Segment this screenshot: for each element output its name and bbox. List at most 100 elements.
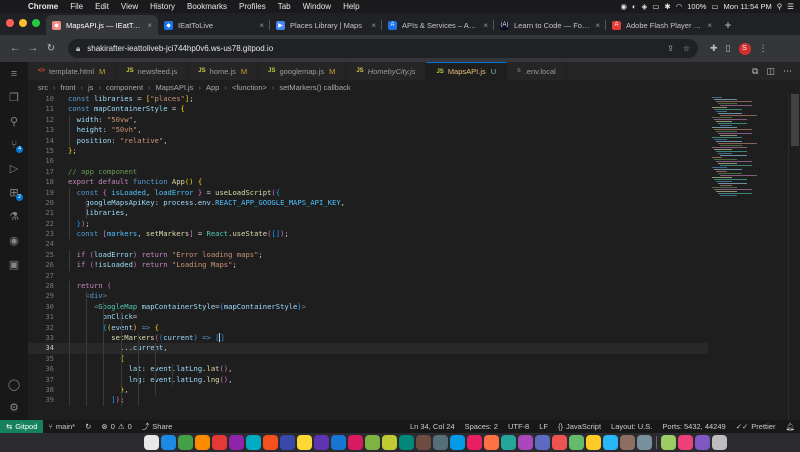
dock-app-icon[interactable] [314, 435, 329, 450]
dock-app-icon[interactable] [365, 435, 380, 450]
dock-app-icon[interactable] [178, 435, 193, 450]
problems-indicator[interactable]: ⊗ 0 ⚠ 0 [96, 422, 136, 431]
wifi-icon[interactable]: ◠ [676, 2, 683, 11]
profile-avatar[interactable]: S [738, 42, 751, 55]
dock-app-icon[interactable] [416, 435, 431, 450]
tab-close-icon[interactable]: × [707, 21, 712, 30]
dock-app-icon[interactable] [484, 435, 499, 450]
menu-item-0[interactable]: File [64, 2, 89, 11]
dock-app-icon[interactable] [433, 435, 448, 450]
dock-app-icon[interactable] [263, 435, 278, 450]
code-line[interactable]: 25 if (loadError) return "Error loading … [28, 249, 708, 261]
browser-tab[interactable]: A Adobe Flash Player End × [606, 15, 718, 35]
editor-tab[interactable]: JS googlemap.js M [258, 62, 347, 80]
code-editor[interactable]: 10 const libraries = ["places"]; 11 const m… [28, 94, 708, 420]
explorer-files-icon[interactable]: ❐ [0, 91, 28, 104]
code-line[interactable]: 35 { [28, 353, 708, 365]
code-line[interactable]: 11 const mapContainerStyle = { [28, 104, 708, 114]
dock-app-icon[interactable] [297, 435, 312, 450]
editor-tab[interactable]: ≡ .env.local [507, 62, 567, 80]
prettier-status[interactable]: ✓✓ Prettier [731, 422, 781, 431]
editor-tab[interactable]: JS home.js M [188, 62, 259, 80]
end-of-line[interactable]: LF [534, 422, 553, 431]
tab-close-icon[interactable]: × [371, 21, 376, 30]
breadcrumb-item[interactable]: MapsAPI.js [156, 83, 194, 92]
zoom-window-button[interactable] [32, 19, 40, 27]
dock-app-icon[interactable] [280, 435, 295, 450]
code-line[interactable]: 36 lat: event.latLng.lat(), [28, 364, 708, 375]
menu-item-8[interactable]: Help [337, 2, 365, 11]
dock-app-icon[interactable] [348, 435, 363, 450]
dock-app-icon[interactable] [161, 435, 176, 450]
chrome-menu-icon[interactable]: ⋮ [759, 43, 768, 54]
dock-app-icon[interactable] [518, 435, 533, 450]
notifications-bell-icon[interactable]: 🔔︎ [780, 422, 800, 431]
code-line[interactable]: 38 }, [28, 384, 708, 396]
menu-item-3[interactable]: History [144, 2, 181, 11]
code-line[interactable]: 27 [28, 271, 708, 281]
breadcrumb-item[interactable]: App [206, 83, 219, 92]
battery-percent[interactable]: 100% [687, 2, 706, 11]
settings-gear-icon[interactable]: ⚙ [0, 401, 28, 414]
dock-app-icon[interactable] [586, 435, 601, 450]
split-editor-icon[interactable]: ◫ [766, 66, 775, 77]
browser-tab[interactable]: ▶ Places Library | Maps × [270, 15, 382, 35]
code-line[interactable]: 33 setMarkers((current) => [] [28, 332, 708, 344]
code-line[interactable]: 16 [28, 156, 708, 166]
menu-item-4[interactable]: Bookmarks [181, 2, 233, 11]
breadcrumb-item[interactable]: <function> [232, 83, 267, 92]
ports[interactable]: Ports: 5432, 44249 [657, 422, 730, 431]
dock-app-icon[interactable] [603, 435, 618, 450]
menu-item-2[interactable]: View [115, 2, 144, 11]
forward-arrow-icon[interactable]: → [24, 43, 42, 54]
source-control-icon[interactable]: ⑂ 4 [0, 139, 28, 153]
testing-flask-icon[interactable]: ⚗ [0, 210, 28, 223]
tab-close-icon[interactable]: × [259, 21, 264, 30]
code-line[interactable]: 29 <div> [28, 291, 708, 302]
search-icon[interactable]: ⚲ [0, 115, 28, 128]
code-line[interactable]: 30 <GoogleMap mapContainerStyle={mapCont… [28, 301, 708, 313]
dock-app-icon[interactable] [450, 435, 465, 450]
dock-app-icon[interactable] [212, 435, 227, 450]
code-line[interactable]: 37 lng: event.latLng.lng(), [28, 374, 708, 385]
branch-indicator[interactable]: ⑂ main* [43, 422, 80, 431]
dock-app-icon[interactable] [535, 435, 550, 450]
menu-item-6[interactable]: Tab [272, 2, 297, 11]
breadcrumb-item[interactable]: src [38, 83, 48, 92]
editor-tab[interactable]: JS HomebyCity.js [346, 62, 427, 80]
dock-app-icon[interactable] [661, 435, 676, 450]
code-line[interactable]: 23 const [markers, setMarkers] = React.u… [28, 229, 708, 240]
dock-app-icon[interactable] [382, 435, 397, 450]
extensions-puzzle-icon[interactable]: ✚ [710, 43, 718, 54]
language-mode[interactable]: {} JavaScript [553, 422, 606, 431]
code-line[interactable]: 26 if (!isLoaded) return "Loading Maps"; [28, 260, 708, 271]
encoding[interactable]: UTF-8 [503, 422, 534, 431]
control-center-icon[interactable]: ☰ [787, 2, 794, 11]
minimize-window-button[interactable] [19, 19, 27, 27]
tab-close-icon[interactable]: × [147, 21, 152, 30]
menu-hamburger-icon[interactable]: ≡ [0, 68, 28, 80]
breadcrumb-item[interactable]: js [88, 83, 93, 92]
new-tab-button[interactable]: + [718, 15, 738, 35]
code-line[interactable]: 10 const libraries = ["places"]; [28, 94, 708, 104]
dock-app-icon[interactable] [331, 435, 346, 450]
dock-app-icon[interactable] [399, 435, 414, 450]
browser-tab[interactable]: ◆ MapsAPI.js — IEatToLive × [46, 15, 158, 35]
editor-tab[interactable]: JS newsfeed.js [116, 62, 189, 80]
status-icon-b[interactable]: ◐ [632, 2, 637, 11]
scrollbar-thumb[interactable] [791, 94, 799, 146]
menu-app-name[interactable]: Chrome [22, 2, 64, 11]
bluetooth-icon[interactable]: ✱ [664, 2, 670, 11]
dock-app-icon[interactable] [569, 435, 584, 450]
close-window-button[interactable] [6, 19, 14, 27]
code-line[interactable]: 14 position: "relative", [28, 135, 708, 146]
spotlight-icon[interactable]: ⚲ [777, 2, 783, 11]
run-debug-icon[interactable]: ▷ [0, 162, 28, 175]
cursor-position[interactable]: Ln 34, Col 24 [405, 422, 460, 431]
breadcrumb-item[interactable]: component [106, 83, 143, 92]
menu-item-1[interactable]: Edit [89, 2, 115, 11]
bookmark-star-icon[interactable]: ☆ [683, 44, 690, 53]
status-icon-c[interactable]: ◈ [642, 2, 648, 11]
back-arrow-icon[interactable]: ← [6, 43, 24, 54]
lock-icon[interactable]: 🔒︎ [76, 44, 80, 54]
